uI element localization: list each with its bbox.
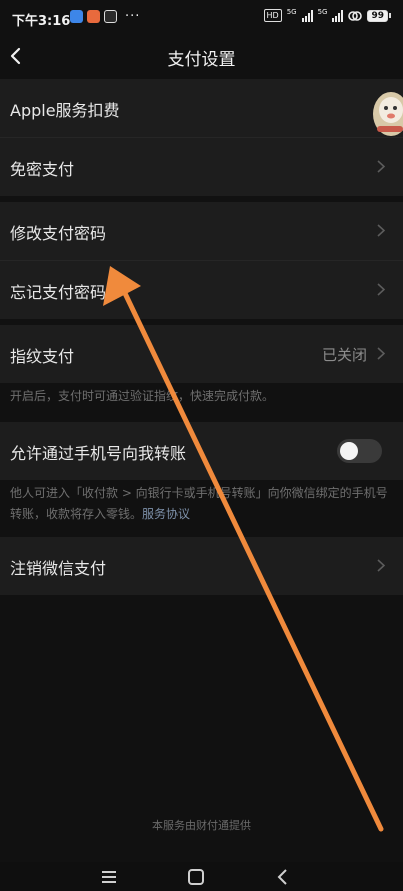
network-type-2: 5G (317, 8, 328, 16)
data-saver-icon (348, 10, 363, 21)
chevron-right-icon (377, 283, 385, 296)
phone-transfer-toggle[interactable] (337, 439, 382, 463)
signal-icon (301, 9, 313, 22)
row-label: Apple服务扣费 (10, 101, 120, 120)
page-title: 支付设置 (167, 50, 236, 70)
fingerprint-payment-row[interactable]: 指纹支付 已关闭 (0, 325, 403, 383)
system-nav-bar (0, 862, 403, 891)
chevron-right-icon (377, 224, 385, 237)
notification-icons: ··· (70, 9, 140, 24)
fingerprint-status: 已关闭 (321, 346, 367, 364)
row-label: 忘记支付密码 (10, 283, 107, 302)
signal-icon-2 (332, 9, 344, 22)
password-free-payment-row[interactable]: 免密支付 (0, 137, 403, 196)
battery-icon: 99 (367, 9, 391, 22)
status-bar: 下午3:16 ··· HD 5G 5G 99 (0, 0, 403, 34)
chevron-right-icon (377, 347, 385, 360)
tiktok-icon (104, 10, 117, 23)
row-label: 注销微信支付 (10, 559, 107, 578)
phone-transfer-hint-text: 他人可进入「收付款 > 向银行卡或手机号转账」向你微信绑定的手机号转账，收款将存… (10, 486, 388, 521)
fingerprint-hint: 开启后，支付时可通过验证指纹，快速完成付款。 (10, 389, 275, 403)
row-label: 免密支付 (10, 160, 75, 179)
phone-transfer-hint: 他人可进入「收付款 > 向银行卡或手机号转账」向你微信绑定的手机号转账，收款将存… (10, 483, 389, 525)
chevron-right-icon (377, 559, 385, 572)
nav-bar: 支付设置 (0, 34, 403, 78)
close-wechat-pay-group: 注销微信支付 (0, 537, 403, 595)
menu-icon[interactable] (97, 867, 121, 887)
fingerprint-group: 指纹支付 已关闭 (0, 325, 403, 383)
row-label: 指纹支付 (10, 347, 75, 366)
change-payment-password-row[interactable]: 修改支付密码 (0, 202, 403, 260)
apple-service-deduction-row[interactable]: Apple服务扣费 (0, 79, 403, 137)
floating-sticker-icon[interactable] (367, 86, 403, 138)
network-type-1: 5G (286, 8, 297, 16)
forgot-payment-password-row[interactable]: 忘记支付密码 (0, 260, 403, 319)
battery-level: 99 (367, 9, 388, 22)
chevron-right-icon (377, 160, 385, 173)
back-nav-icon[interactable] (272, 867, 296, 887)
row-label: 修改支付密码 (10, 224, 107, 243)
footer-provider-text: 本服务由财付通提供 (152, 819, 251, 832)
status-time: 下午3:16 (12, 14, 71, 29)
home-icon[interactable] (184, 867, 208, 887)
status-indicators: HD 5G 5G 99 (263, 8, 391, 22)
close-wechat-pay-row[interactable]: 注销微信支付 (0, 537, 403, 595)
service-agreement-link[interactable]: 服务协议 (142, 507, 190, 521)
phone-transfer-row: 允许通过手机号向我转账 (0, 422, 403, 480)
phone-transfer-group: 允许通过手机号向我转账 (0, 422, 403, 480)
settings-group-2: 修改支付密码 忘记支付密码 (0, 202, 403, 319)
app-notification-blue-icon (70, 10, 83, 23)
app-notification-orange-icon (87, 10, 100, 23)
row-label: 允许通过手机号向我转账 (10, 444, 187, 463)
hd-badge: HD (263, 9, 282, 22)
toggle-knob (340, 442, 358, 460)
settings-group-1: Apple服务扣费 免密支付 (0, 79, 403, 196)
more-notifications-icon: ··· (125, 9, 141, 24)
